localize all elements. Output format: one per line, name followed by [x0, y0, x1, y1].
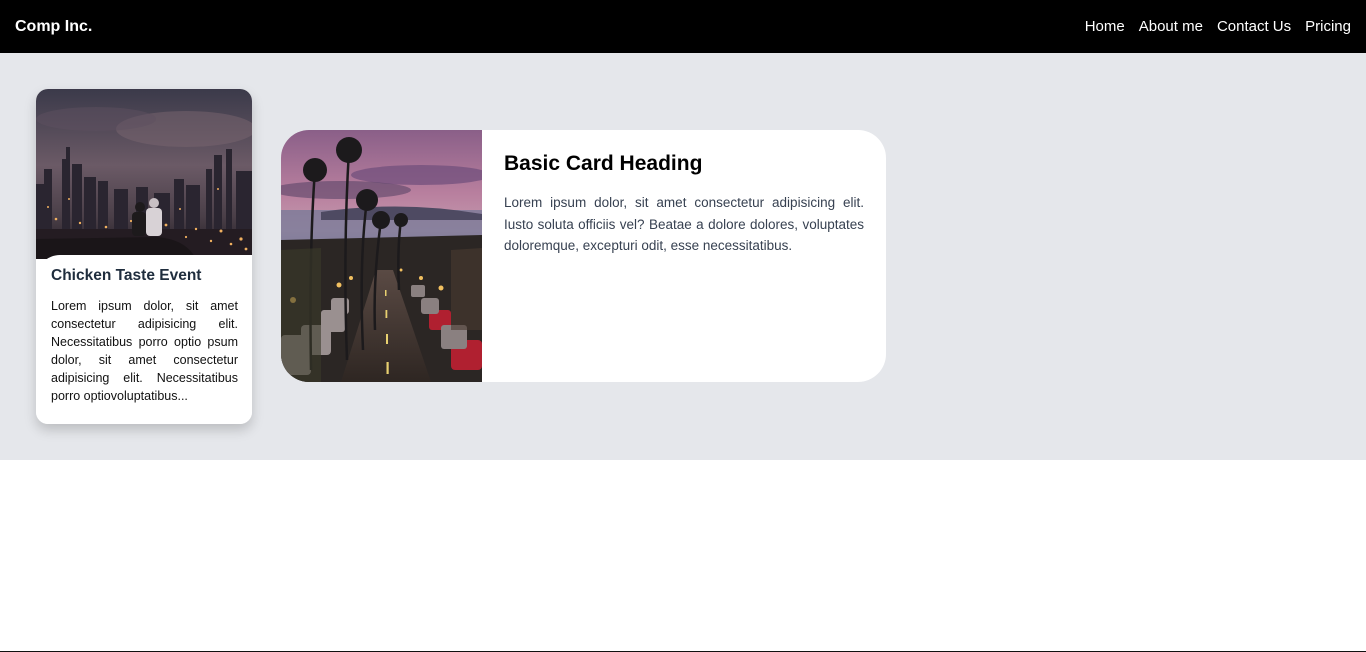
brand-logo-text[interactable]: Comp Inc. [15, 18, 92, 36]
basic-card-text: Lorem ipsum dolor, sit amet consectetur … [504, 195, 864, 253]
nav-link-about[interactable]: About me [1139, 18, 1203, 35]
city-night-image [36, 89, 252, 259]
top-navbar: Comp Inc. Home About me Contact Us Prici… [0, 0, 1366, 53]
main-content-area: Chicken Taste Event Lorem ipsum dolor, s… [0, 53, 1366, 460]
nav-links: Home About me Contact Us Pricing [1085, 18, 1351, 35]
nav-link-pricing[interactable]: Pricing [1305, 18, 1351, 35]
palm-street-image [281, 130, 482, 382]
event-card[interactable]: Chicken Taste Event Lorem ipsum dolor, s… [36, 89, 252, 424]
basic-card[interactable]: Basic Card Heading Lorem ipsum dolor, si… [281, 130, 886, 382]
basic-card-title: Basic Card Heading [504, 152, 703, 175]
nav-link-home[interactable]: Home [1085, 18, 1125, 35]
event-card-body: Chicken Taste Event Lorem ipsum dolor, s… [36, 255, 252, 424]
basic-card-body: Basic Card Heading Lorem ipsum dolor, si… [504, 152, 864, 257]
event-card-text: Lorem ipsum dolor, sit amet consectetur … [51, 299, 238, 403]
nav-link-contact[interactable]: Contact Us [1217, 18, 1291, 35]
event-card-title: Chicken Taste Event [51, 267, 202, 284]
